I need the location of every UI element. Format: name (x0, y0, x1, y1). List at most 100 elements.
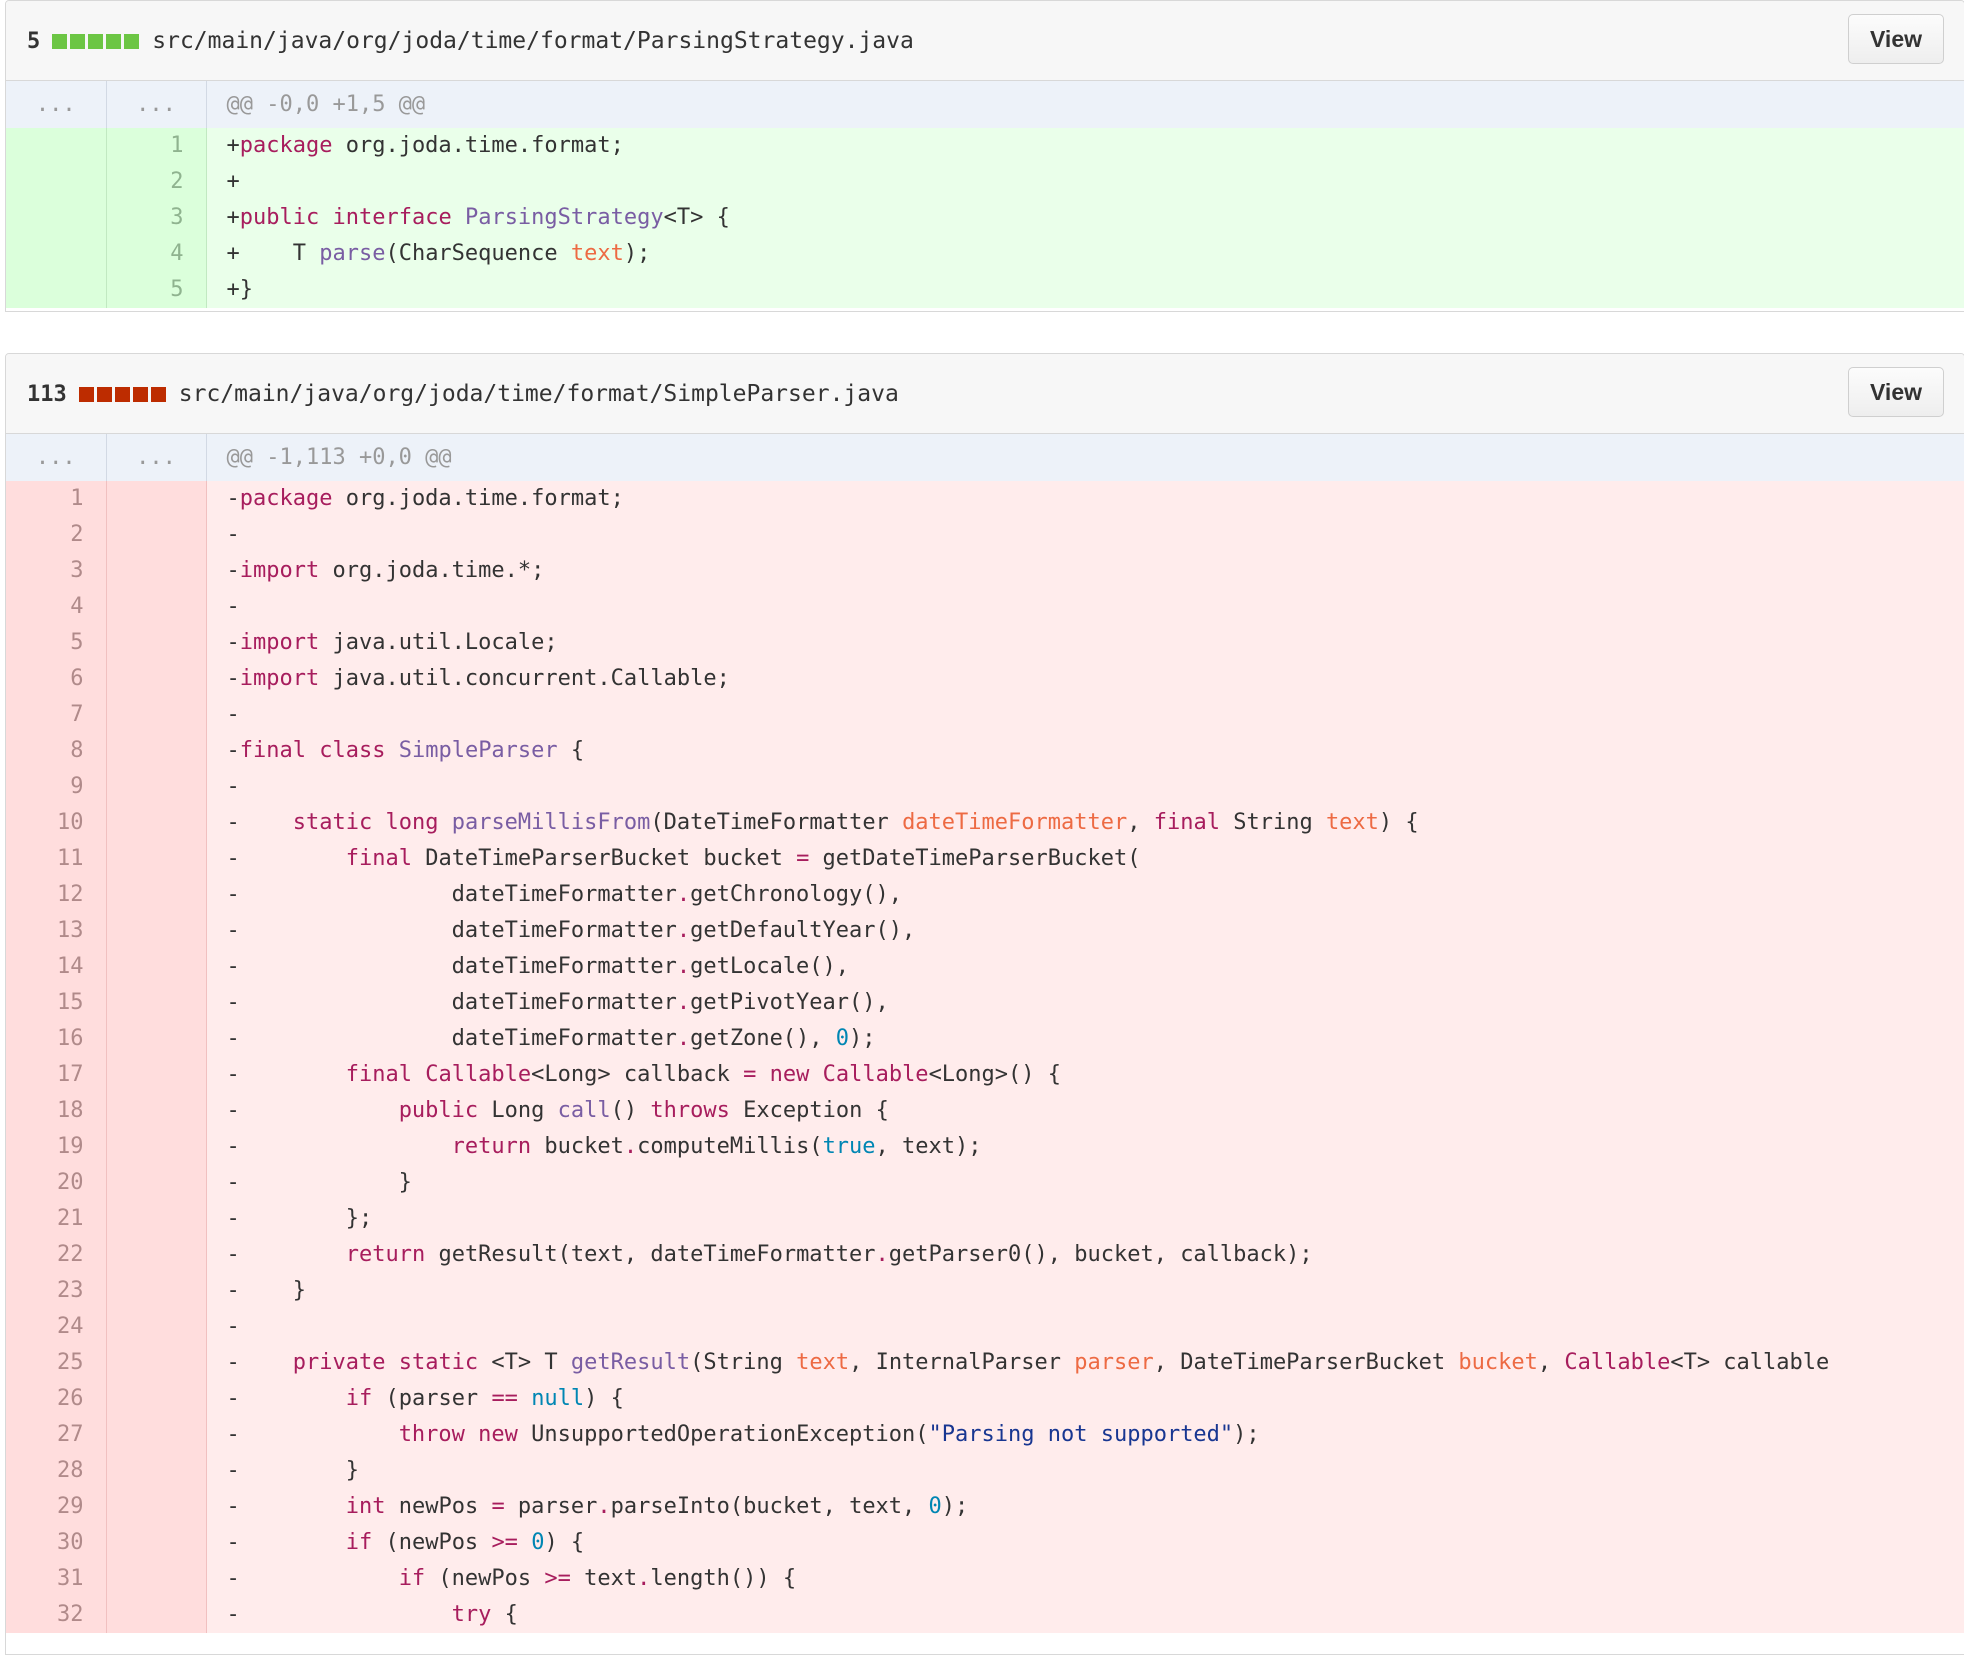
new-line-number[interactable] (106, 1561, 207, 1597)
old-line-number[interactable]: 1 (6, 481, 107, 517)
added-line-row: 5 +} (6, 272, 1964, 308)
deleted-line-row: 30 - if (newPos >= 0) { (6, 1525, 1964, 1561)
old-line-number[interactable]: 2 (6, 517, 107, 553)
code-line: - dateTimeFormatter.getPivotYear(), (206, 985, 1964, 1021)
deleted-line-row: 22 - return getResult(text, dateTimeForma… (6, 1237, 1964, 1273)
old-line-number[interactable]: 5 (6, 625, 107, 661)
new-line-number[interactable] (106, 949, 207, 985)
old-line-number[interactable]: 17 (6, 1057, 107, 1093)
hunk-expand-new[interactable]: ... (106, 434, 207, 481)
code-line: - int newPos = parser.parseInto(bucket, … (206, 1489, 1964, 1525)
old-line-number[interactable]: 30 (6, 1525, 107, 1561)
new-line-number[interactable] (106, 553, 207, 589)
old-line-number[interactable] (6, 128, 107, 164)
new-line-number[interactable] (106, 1381, 207, 1417)
code-line: - return bucket.computeMillis(true, text… (206, 1129, 1964, 1165)
new-line-number[interactable] (106, 1453, 207, 1489)
new-line-number[interactable] (106, 1057, 207, 1093)
new-line-number[interactable] (106, 1129, 207, 1165)
new-line-number[interactable] (106, 481, 207, 517)
view-file-button[interactable]: View (1848, 367, 1944, 417)
old-line-number[interactable]: 10 (6, 805, 107, 841)
old-line-number[interactable] (6, 236, 107, 272)
new-line-number[interactable] (106, 1165, 207, 1201)
new-line-number[interactable] (106, 1489, 207, 1525)
old-line-number[interactable]: 25 (6, 1345, 107, 1381)
old-line-number[interactable]: 32 (6, 1597, 107, 1633)
old-line-number[interactable]: 31 (6, 1561, 107, 1597)
new-line-number[interactable]: 4 (106, 236, 207, 272)
code-line: - public Long call() throws Exception { (206, 1093, 1964, 1129)
new-line-number[interactable] (106, 1417, 207, 1453)
old-line-number[interactable]: 6 (6, 661, 107, 697)
new-line-number[interactable] (106, 733, 207, 769)
old-line-number[interactable] (6, 200, 107, 236)
old-line-number[interactable]: 20 (6, 1165, 107, 1201)
old-line-number[interactable]: 15 (6, 985, 107, 1021)
code-line: - (206, 589, 1964, 625)
new-line-number[interactable] (106, 1237, 207, 1273)
new-line-number[interactable]: 2 (106, 164, 207, 200)
old-line-number[interactable]: 28 (6, 1453, 107, 1489)
old-line-number[interactable]: 21 (6, 1201, 107, 1237)
old-line-number[interactable]: 23 (6, 1273, 107, 1309)
view-file-button[interactable]: View (1848, 14, 1944, 64)
code-line: -package org.joda.time.format; (206, 481, 1964, 517)
new-line-number[interactable] (106, 661, 207, 697)
old-line-number[interactable]: 8 (6, 733, 107, 769)
new-line-number[interactable] (106, 913, 207, 949)
old-line-number[interactable]: 11 (6, 841, 107, 877)
old-line-number[interactable]: 9 (6, 769, 107, 805)
old-line-number[interactable] (6, 272, 107, 308)
new-line-number[interactable] (106, 589, 207, 625)
new-line-number[interactable] (106, 841, 207, 877)
new-line-number[interactable] (106, 1093, 207, 1129)
old-line-number[interactable] (6, 164, 107, 200)
new-line-number[interactable] (106, 1201, 207, 1237)
old-line-number[interactable]: 29 (6, 1489, 107, 1525)
deleted-line-row: 16 - dateTimeFormatter.getZone(), 0); (6, 1021, 1964, 1057)
new-line-number[interactable]: 5 (106, 272, 207, 308)
new-line-number[interactable] (106, 985, 207, 1021)
deleted-line-row: 7- (6, 697, 1964, 733)
new-line-number[interactable] (106, 517, 207, 553)
deleted-line-row: 6 -import java.util.concurrent.Callable; (6, 661, 1964, 697)
new-line-number[interactable] (106, 1597, 207, 1633)
new-line-number[interactable] (106, 1345, 207, 1381)
deleted-line-row: 26 - if (parser == null) { (6, 1381, 1964, 1417)
new-line-number[interactable]: 3 (106, 200, 207, 236)
new-line-number[interactable] (106, 625, 207, 661)
hunk-expand-old[interactable]: ... (6, 434, 107, 481)
new-line-number[interactable] (106, 769, 207, 805)
new-line-number[interactable] (106, 1273, 207, 1309)
old-line-number[interactable]: 14 (6, 949, 107, 985)
old-line-number[interactable]: 13 (6, 913, 107, 949)
old-line-number[interactable]: 18 (6, 1093, 107, 1129)
old-line-number[interactable]: 7 (6, 697, 107, 733)
hunk-expand-old[interactable]: ... (6, 81, 107, 128)
new-line-number[interactable]: 1 (106, 128, 207, 164)
diffstat-block (78, 386, 94, 402)
deleted-line-row: 21 - }; (6, 1201, 1964, 1237)
code-line: - if (newPos >= 0) { (206, 1525, 1964, 1561)
new-line-number[interactable] (106, 805, 207, 841)
old-line-number[interactable]: 27 (6, 1417, 107, 1453)
old-line-number[interactable]: 24 (6, 1309, 107, 1345)
new-line-number[interactable] (106, 1021, 207, 1057)
hunk-header-row: ...... @@ -0,0 +1,5 @@ (6, 81, 1964, 128)
diffstat-block (70, 33, 86, 49)
deleted-line-row: 1 -package org.joda.time.format; (6, 481, 1964, 517)
old-line-number[interactable]: 16 (6, 1021, 107, 1057)
hunk-expand-new[interactable]: ... (106, 81, 207, 128)
old-line-number[interactable]: 4 (6, 589, 107, 625)
new-line-number[interactable] (106, 877, 207, 913)
old-line-number[interactable]: 3 (6, 553, 107, 589)
new-line-number[interactable] (106, 697, 207, 733)
old-line-number[interactable]: 22 (6, 1237, 107, 1273)
old-line-number[interactable]: 12 (6, 877, 107, 913)
new-line-number[interactable] (106, 1309, 207, 1345)
old-line-number[interactable]: 19 (6, 1129, 107, 1165)
diffstat-blocks (52, 33, 140, 49)
new-line-number[interactable] (106, 1525, 207, 1561)
old-line-number[interactable]: 26 (6, 1381, 107, 1417)
